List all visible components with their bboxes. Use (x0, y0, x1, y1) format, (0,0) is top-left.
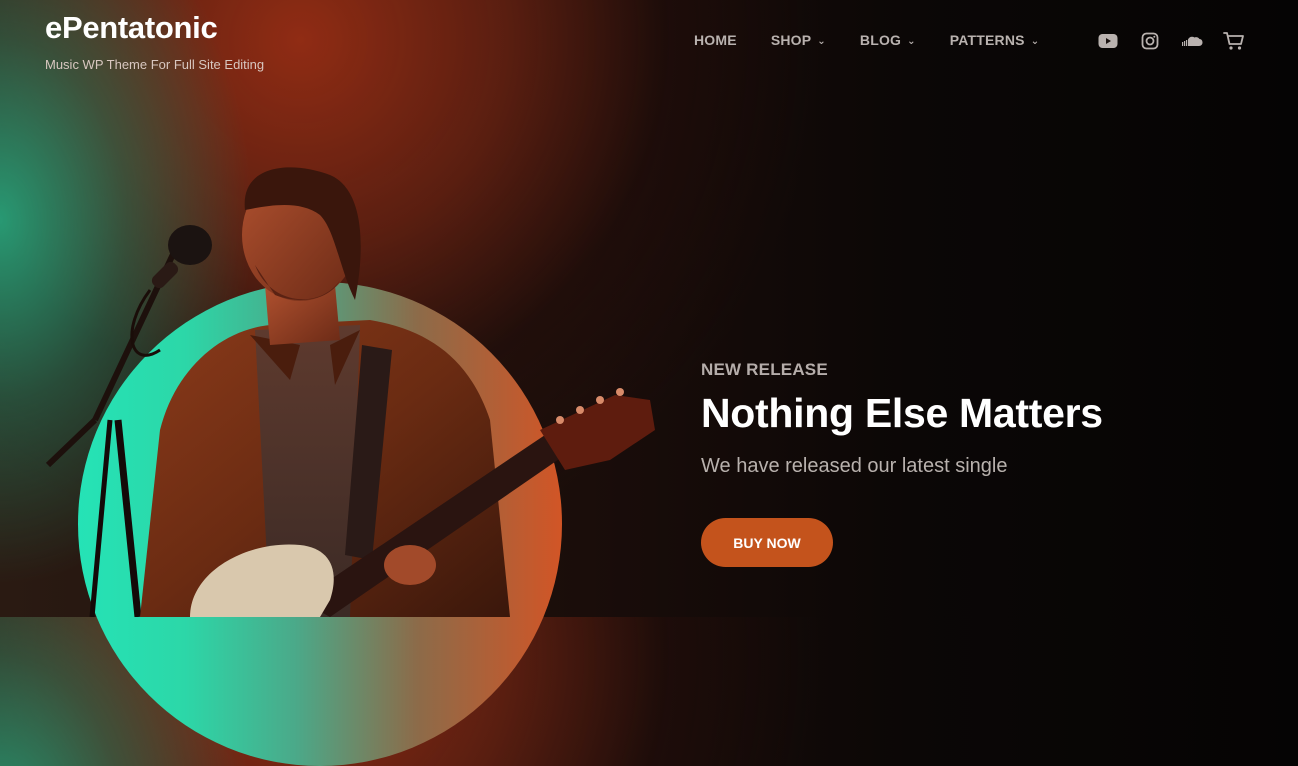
instagram-icon[interactable] (1139, 30, 1161, 52)
nav-item-label: BLOG (859, 32, 902, 48)
cart-icon[interactable] (1223, 30, 1245, 52)
hero-subtitle: We have released our latest single (701, 455, 1008, 477)
performer-image (45, 167, 655, 617)
chevron-down-icon: ⌄ (1030, 35, 1040, 47)
chevron-down-icon: ⌄ (817, 35, 826, 47)
nav-item-label: PATTERNS (949, 32, 1025, 48)
soundcloud-icon[interactable] (1181, 30, 1203, 52)
nav-item-label: HOME (694, 32, 737, 48)
header-icons (1097, 30, 1245, 52)
nav-item-blog[interactable]: BLOG ⌄ (860, 32, 916, 48)
youtube-icon[interactable] (1097, 30, 1119, 52)
nav-item-patterns[interactable]: PATTERNS ⌄ (950, 32, 1040, 48)
main-nav: HOME SHOP ⌄ BLOG ⌄ PATTERNS ⌄ (694, 32, 1039, 48)
chevron-down-icon: ⌄ (907, 35, 916, 47)
hero-title: Nothing Else Matters (701, 390, 1103, 436)
nav-item-shop[interactable]: SHOP ⌄ (771, 32, 826, 48)
hero-eyebrow: NEW RELEASE (701, 360, 828, 379)
buy-now-button[interactable]: BUY NOW (701, 518, 833, 567)
hero-content: NEW RELEASE Nothing Else Matters We have… (701, 360, 1261, 567)
nav-item-label: SHOP (770, 32, 812, 48)
nav-item-home[interactable]: HOME (694, 32, 737, 48)
